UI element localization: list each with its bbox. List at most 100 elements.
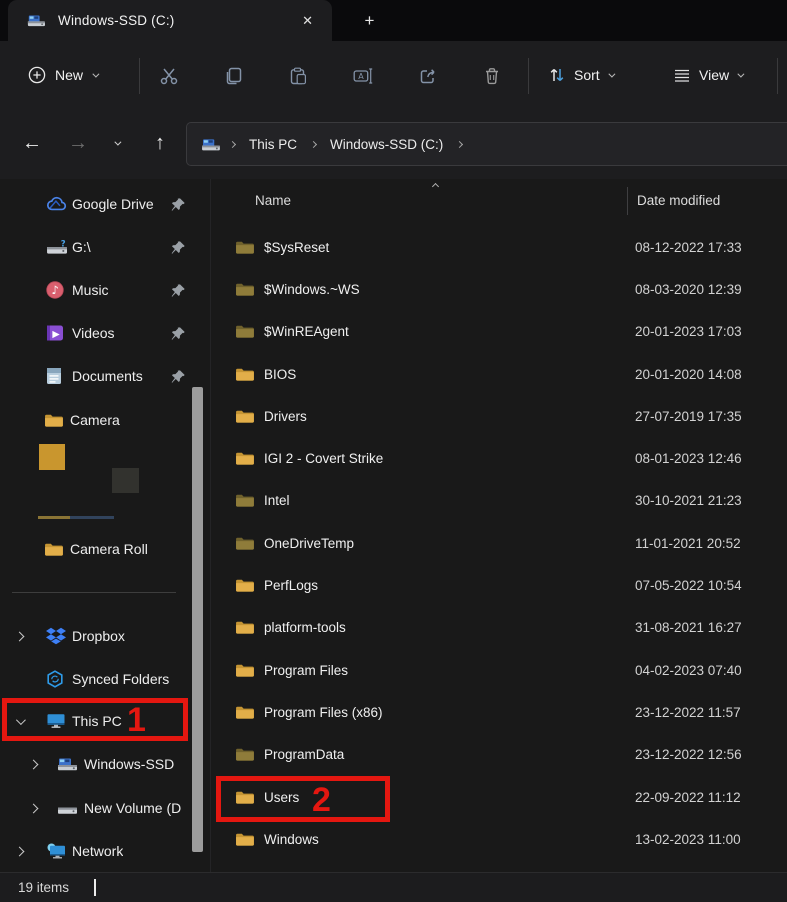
rename-button[interactable] <box>343 56 383 96</box>
file-date: 23-12-2022 12:56 <box>635 747 742 763</box>
folder-icon <box>235 705 254 720</box>
history-dropdown-button[interactable] <box>100 122 132 164</box>
breadcrumb-this-pc[interactable]: This PC <box>245 133 301 156</box>
column-divider[interactable] <box>627 187 628 215</box>
file-list: $SysReset 08-12-2022 17:33 $Windows.~WS … <box>215 226 787 860</box>
google-drive-icon <box>46 196 68 212</box>
sidebar-item-label: Camera Roll <box>70 541 148 557</box>
paste-button[interactable] <box>278 56 318 96</box>
file-date: 20-01-2023 17:03 <box>635 324 742 340</box>
file-row-program-files-x86[interactable]: Program Files (x86) 23-12-2022 11:57 <box>215 691 787 733</box>
breadcrumb-separator-icon <box>456 140 464 148</box>
pin-icon <box>171 283 186 298</box>
new-button[interactable]: New <box>18 56 107 94</box>
file-row-windows-ws[interactable]: $Windows.~WS 08-03-2020 12:39 <box>215 268 787 310</box>
documents-icon <box>46 367 62 385</box>
copy-button[interactable] <box>213 56 253 96</box>
expand-chevron-icon[interactable] <box>28 759 39 769</box>
sidebar-item-network[interactable]: Network <box>0 833 206 869</box>
sidebar-item-google-drive[interactable]: Google Drive <box>0 186 206 222</box>
toolbar: New Sort View <box>0 41 787 110</box>
sidebar-item-windows-ssd[interactable]: Windows-SSD <box>0 746 206 782</box>
sidebar-item-camera[interactable]: Camera <box>0 402 206 438</box>
sidebar-item-label: G:\ <box>72 239 91 255</box>
sidebar-item-documents[interactable]: Documents <box>0 358 206 394</box>
share-button[interactable] <box>408 56 448 96</box>
sidebar-divider <box>210 179 211 872</box>
drive-question-icon <box>46 239 67 256</box>
sidebar-scrollbar[interactable] <box>192 387 203 852</box>
file-date: 08-12-2022 17:33 <box>635 239 742 255</box>
folder-icon <box>44 542 63 557</box>
file-row-intel[interactable]: Intel 30-10-2021 21:23 <box>215 480 787 522</box>
sidebar-item-dropbox[interactable]: Dropbox <box>0 618 206 654</box>
folder-icon <box>44 413 63 428</box>
new-tab-button[interactable]: + <box>356 7 383 34</box>
file-row-programdata[interactable]: ProgramData 23-12-2022 12:56 <box>215 734 787 776</box>
plus-circle-icon <box>28 66 46 84</box>
sidebar-item-label: Network <box>72 843 124 859</box>
forward-button[interactable]: → <box>58 122 98 164</box>
file-row-igi2[interactable]: IGI 2 - Covert Strike 08-01-2023 12:46 <box>215 437 787 479</box>
file-row-platform-tools[interactable]: platform-tools 31-08-2021 16:27 <box>215 607 787 649</box>
sidebar-item-new-volume[interactable]: New Volume (D <box>0 790 206 826</box>
sidebar-item-label: Camera <box>70 412 120 428</box>
file-row-drivers[interactable]: Drivers 27-07-2019 17:35 <box>215 395 787 437</box>
annotation-box-users <box>216 776 390 822</box>
sidebar-item-g-drive[interactable]: G:\ <box>0 229 206 265</box>
chevron-down-icon <box>608 70 616 78</box>
folder-icon <box>235 493 254 508</box>
cut-button[interactable] <box>149 56 189 96</box>
pin-icon <box>171 240 186 255</box>
sidebar-item-label: New Volume (D <box>84 800 182 816</box>
sidebar-item-videos[interactable]: Videos <box>0 315 206 351</box>
column-header-name[interactable]: Name <box>255 193 291 208</box>
sort-button-label: Sort <box>574 67 600 83</box>
file-date: 20-01-2020 14:08 <box>635 366 742 382</box>
command-bar: New Sort View ← → ↑ This PC Windows-SSD … <box>0 41 787 179</box>
file-name: Intel <box>264 493 290 509</box>
sidebar-thumbnail-artifact <box>38 516 114 519</box>
expand-chevron-icon[interactable] <box>14 631 25 641</box>
tab-close-button[interactable]: ✕ <box>295 10 320 32</box>
address-bar[interactable]: This PC Windows-SSD (C:) <box>186 122 787 166</box>
file-row-bios[interactable]: BIOS 20-01-2020 14:08 <box>215 353 787 395</box>
videos-icon <box>46 324 64 342</box>
sidebar-item-label: Videos <box>72 325 115 341</box>
up-button[interactable]: ↑ <box>140 122 180 164</box>
sidebar-item-label: Windows-SSD <box>84 756 175 772</box>
folder-icon <box>235 747 254 762</box>
file-name: Windows <box>264 831 319 847</box>
file-name: IGI 2 - Covert Strike <box>264 451 384 467</box>
file-row-perflogs[interactable]: PerfLogs 07-05-2022 10:54 <box>215 564 787 606</box>
sidebar-item-label: Google Drive <box>72 196 154 212</box>
file-row-onedrivetemp[interactable]: OneDriveTemp 11-01-2021 20:52 <box>215 522 787 564</box>
file-row-sysreset[interactable]: $SysReset 08-12-2022 17:33 <box>215 226 787 268</box>
folder-icon <box>235 367 254 382</box>
delete-button[interactable] <box>472 56 512 96</box>
paste-icon <box>289 67 307 85</box>
breadcrumb-drive[interactable]: Windows-SSD (C:) <box>326 133 447 156</box>
tab-bar: Windows-SSD (C:) ✕ + <box>0 0 787 41</box>
expand-chevron-icon[interactable] <box>14 846 25 856</box>
file-row-winreagent[interactable]: $WinREAgent 20-01-2023 17:03 <box>215 311 787 353</box>
back-button[interactable]: ← <box>12 122 52 164</box>
sidebar-item-camera-roll[interactable]: Camera Roll <box>0 531 206 567</box>
column-header-date[interactable]: Date modified <box>637 193 720 208</box>
file-date: 13-02-2023 11:00 <box>635 831 741 847</box>
expand-chevron-icon[interactable] <box>28 803 39 813</box>
list-header: Name Date modified <box>215 179 787 226</box>
sidebar-item-label: Dropbox <box>72 628 125 644</box>
status-bar: 19 items <box>0 872 787 902</box>
sidebar-item-synced-folders[interactable]: Synced Folders <box>0 661 206 697</box>
file-row-windows[interactable]: Windows 13-02-2023 11:00 <box>215 818 787 860</box>
tab-windows-ssd[interactable]: Windows-SSD (C:) ✕ <box>8 0 332 41</box>
view-button-label: View <box>699 67 730 83</box>
sidebar-item-music[interactable]: Music <box>0 272 206 308</box>
folder-icon <box>235 451 254 466</box>
view-button[interactable]: View <box>663 56 752 94</box>
tab-title: Windows-SSD (C:) <box>58 13 175 28</box>
file-row-program-files[interactable]: Program Files 04-02-2023 07:40 <box>215 649 787 691</box>
file-name: Program Files (x86) <box>264 704 383 720</box>
sort-button[interactable]: Sort <box>538 56 623 94</box>
